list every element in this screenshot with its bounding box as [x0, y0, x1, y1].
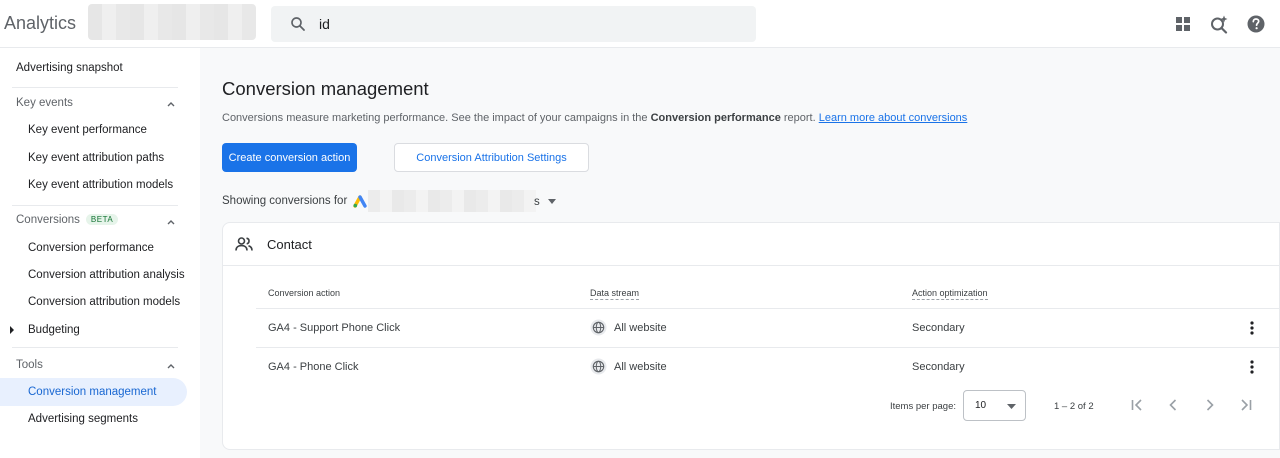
more-options-icon[interactable]	[1250, 360, 1254, 374]
sidebar-item-conversion-attribution-analysis[interactable]: Conversion attribution analysis	[28, 269, 185, 281]
sidebar-divider	[12, 87, 178, 88]
cell-action-optimization: Secondary	[912, 361, 965, 373]
sidebar-item-conversion-management[interactable]: Conversion management	[28, 386, 157, 398]
learn-more-link[interactable]: Learn more about conversions	[819, 112, 968, 124]
sidebar-item-conversion-attribution-models[interactable]: Conversion attribution models	[28, 296, 180, 308]
caret-right-icon[interactable]	[9, 326, 15, 334]
apps-icon[interactable]	[1173, 14, 1193, 34]
sidebar-item-budgeting[interactable]: Budgeting	[28, 324, 80, 336]
sidebar: Advertising snapshot Key events Key even…	[0, 48, 200, 458]
column-header-data-stream[interactable]: Data stream	[590, 288, 640, 300]
sidebar-section-tools[interactable]: Tools	[16, 359, 43, 371]
dropdown-arrow-icon	[1007, 404, 1016, 409]
card-header: Contact	[223, 223, 1279, 266]
search-icon	[291, 17, 305, 31]
row-divider	[256, 308, 1280, 309]
sidebar-item-advertising-segments[interactable]: Advertising segments	[28, 413, 138, 425]
next-page-icon[interactable]	[1202, 397, 1218, 413]
chevron-up-icon[interactable]	[165, 216, 177, 228]
dropdown-arrow-icon[interactable]	[548, 199, 556, 204]
cell-data-stream: All website	[614, 322, 667, 334]
app-title: Analytics	[4, 13, 77, 33]
sidebar-divider	[12, 347, 178, 348]
search-box[interactable]: id	[271, 6, 756, 42]
chevron-up-icon[interactable]	[165, 360, 177, 372]
sidebar-divider	[12, 205, 178, 206]
card-title: Contact	[267, 237, 312, 252]
sidebar-section-label: Conversions	[16, 214, 80, 226]
column-header-action-optimization[interactable]: Action optimization	[912, 288, 988, 300]
items-per-page-label: Items per page:	[890, 401, 957, 412]
description-text: Conversions measure marketing performanc…	[222, 112, 651, 124]
account-name-redacted[interactable]	[368, 190, 536, 212]
last-page-icon[interactable]	[1238, 397, 1254, 413]
globe-icon	[590, 358, 607, 375]
more-options-icon[interactable]	[1250, 321, 1254, 335]
google-ads-logo-icon	[353, 195, 367, 208]
account-name-suffix: s	[534, 196, 540, 208]
sidebar-item-advertising-snapshot[interactable]: Advertising snapshot	[16, 62, 123, 74]
sidebar-section-conversions[interactable]: Conversions BETA	[16, 214, 119, 226]
sidebar-item-key-event-attribution-models[interactable]: Key event attribution models	[28, 179, 173, 191]
sidebar-section-key-events[interactable]: Key events	[16, 97, 73, 109]
main-content: Conversion management Conversions measur…	[200, 48, 1280, 458]
sidebar-item-key-event-performance[interactable]: Key event performance	[28, 124, 147, 136]
first-page-icon[interactable]	[1129, 397, 1145, 413]
search-input[interactable]: id	[319, 16, 330, 32]
account-selector[interactable]	[88, 4, 256, 40]
previous-page-icon[interactable]	[1165, 397, 1181, 413]
cell-conversion-action[interactable]: GA4 - Phone Click	[268, 361, 358, 373]
beta-badge: BETA	[85, 214, 119, 225]
contact-group-icon	[235, 237, 253, 251]
row-divider	[256, 347, 1280, 348]
description-suffix: report.	[780, 112, 819, 124]
page-title: Conversion management	[222, 78, 429, 99]
column-header-conversion-action[interactable]: Conversion action	[268, 288, 340, 298]
search-insights-icon[interactable]	[1209, 14, 1229, 34]
page-description: Conversions measure marketing performanc…	[222, 112, 967, 124]
chevron-up-icon[interactable]	[165, 98, 177, 110]
top-bar: Analytics id	[0, 0, 1280, 48]
description-bold: Conversion performance	[650, 112, 781, 124]
help-icon[interactable]	[1246, 14, 1266, 34]
items-per-page-select[interactable]: 10	[963, 390, 1026, 421]
conversion-attribution-settings-button[interactable]: Conversion Attribution Settings	[394, 143, 589, 172]
conversion-group-card: Contact Conversion action Data stream Ac…	[222, 222, 1280, 450]
cell-conversion-action[interactable]: GA4 - Support Phone Click	[268, 322, 400, 334]
items-per-page-value: 10	[975, 400, 987, 411]
globe-icon	[590, 319, 607, 336]
cell-data-stream: All website	[614, 361, 667, 373]
create-conversion-action-button[interactable]: Create conversion action	[222, 143, 357, 172]
sidebar-item-key-event-attribution-paths[interactable]: Key event attribution paths	[28, 152, 164, 164]
pagination-range: 1 – 2 of 2	[1054, 401, 1094, 412]
cell-action-optimization: Secondary	[912, 322, 965, 334]
sidebar-item-conversion-performance[interactable]: Conversion performance	[28, 242, 154, 254]
showing-label: Showing conversions for	[222, 195, 348, 207]
